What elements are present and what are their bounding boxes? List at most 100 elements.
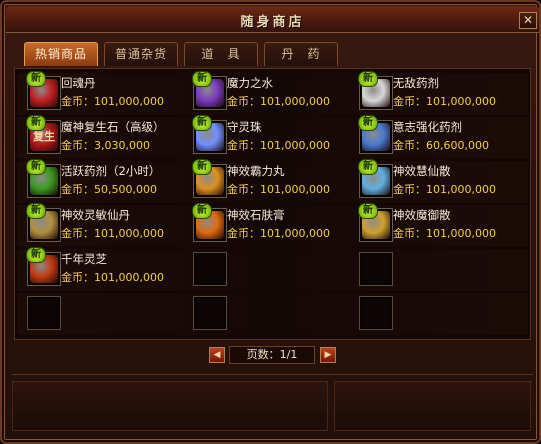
shop-item[interactable]: 新 千年灵芝金币：101,000,000 [21, 247, 181, 290]
price-value: 101,000,000 [260, 95, 330, 108]
item-slot [359, 252, 393, 286]
shop-item[interactable]: 新 无敌药剂 金币：101,000,000 [353, 71, 513, 114]
tab-hot-items[interactable]: 热销商品 [24, 42, 98, 66]
item-slot[interactable]: 新 [26, 71, 61, 110]
new-badge: 新 [192, 71, 212, 87]
item-price: 金币：101,000,000 [61, 93, 164, 109]
item-price: 金币：101,000,000 [227, 93, 330, 109]
item-name: 千年灵芝 [61, 252, 107, 266]
currency-label: 金币： [61, 139, 94, 152]
currency-label: 金币： [61, 271, 94, 284]
new-badge: 新 [358, 71, 378, 87]
shop-item[interactable]: 新 魔力之水金币：101,000,000 [187, 71, 347, 114]
item-name: 意志强化药剂 [393, 120, 462, 134]
item-name: 魔神复生石（高级） [61, 120, 165, 134]
price-value: 101,000,000 [260, 227, 330, 240]
price-value: 3,030,000 [94, 139, 150, 152]
currency-label: 金币： [227, 227, 260, 240]
shop-item[interactable]: 新 神效霸力丸金币：101,000,000 [187, 159, 347, 202]
shop-item[interactable]: 新 意志强化药剂 金币：60,600,000 [353, 115, 513, 158]
item-slot[interactable]: 新 [192, 115, 227, 154]
item-price: 金币：3,030,000 [61, 137, 150, 153]
item-price: 金币：101,000,000 [393, 181, 496, 197]
item-slot[interactable]: 新 [192, 203, 227, 242]
empty-item-slot [187, 250, 347, 290]
item-name: 神效霸力丸 [227, 164, 285, 178]
currency-label: 金币： [61, 95, 94, 108]
item-name: 活跃药剂（2小时） [61, 164, 161, 178]
item-price: 金币：101,000,000 [227, 225, 330, 241]
new-badge: 新 [358, 203, 378, 219]
shop-item[interactable]: 复生新魔神复生石（高级） 金币：3,030,000 [21, 115, 181, 158]
price-value: 60,600,000 [426, 139, 489, 152]
item-name: 神效慧仙散 [393, 164, 451, 178]
item-slot[interactable]: 新 [358, 159, 393, 198]
currency-label: 金币： [227, 183, 260, 196]
price-value: 101,000,000 [94, 95, 164, 108]
empty-item-slot [21, 294, 181, 334]
price-value: 50,500,000 [94, 183, 157, 196]
empty-item-slot [353, 250, 513, 290]
item-slot[interactable]: 新 [192, 71, 227, 110]
new-badge: 新 [358, 159, 378, 175]
empty-item-slot [187, 294, 347, 334]
shop-item[interactable]: 新 活跃药剂（2小时） 金币：50,500,000 [21, 159, 181, 202]
shop-item[interactable]: 新 回魂丹金币：101,000,000 [21, 71, 181, 114]
item-slot[interactable]: 新 [358, 115, 393, 154]
item-name: 回魂丹 [61, 76, 96, 90]
shop-item[interactable]: 新 守灵珠金币：101,000,000 [187, 115, 347, 158]
price-value: 101,000,000 [260, 183, 330, 196]
new-badge: 新 [26, 247, 46, 263]
tab-general-goods[interactable]: 普通杂货 [104, 42, 178, 66]
item-slot[interactable]: 新 [26, 203, 61, 242]
bottom-panel [12, 374, 533, 434]
item-slot[interactable]: 新 [358, 71, 393, 110]
next-page-button[interactable]: ▶ [320, 347, 336, 363]
empty-item-slot [353, 294, 513, 334]
bottom-left-panel [12, 381, 328, 431]
item-price: 金币：101,000,000 [227, 137, 330, 153]
new-badge: 新 [26, 203, 46, 219]
shop-item[interactable]: 新 神效灵敏仙丹 金币：101,000,000 [21, 203, 181, 246]
window-title: 随身商店 [240, 15, 305, 30]
new-badge: 新 [358, 115, 378, 131]
shop-item[interactable]: 新 神效石肤膏金币：101,000,000 [187, 203, 347, 246]
item-name: 守灵珠 [227, 120, 262, 134]
item-name: 神效石肤膏 [227, 208, 285, 222]
item-slot[interactable]: 新 [26, 247, 61, 286]
currency-label: 金币： [61, 227, 94, 240]
price-value: 101,000,000 [426, 183, 496, 196]
close-button[interactable]: ✕ [519, 12, 537, 29]
price-value: 101,000,000 [426, 227, 496, 240]
currency-label: 金币： [393, 139, 426, 152]
price-value: 101,000,000 [94, 271, 164, 284]
new-badge: 新 [26, 159, 46, 175]
tab-props[interactable]: 道 具 [184, 42, 258, 66]
item-price: 金币：101,000,000 [227, 181, 330, 197]
shop-item[interactable]: 新 神效慧仙散金币：101,000,000 [353, 159, 513, 202]
item-slot [27, 296, 61, 330]
tab-elixirs[interactable]: 丹 药 [264, 42, 338, 66]
item-slot[interactable]: 新 [26, 159, 61, 198]
price-value: 101,000,000 [94, 227, 164, 240]
item-price: 金币：50,500,000 [61, 181, 157, 197]
item-slot[interactable]: 复生新 [26, 115, 61, 154]
currency-label: 金币： [393, 227, 426, 240]
item-slot[interactable]: 新 [358, 203, 393, 242]
new-badge: 新 [26, 71, 46, 87]
pagination: ◀ 页数：1/1 ▶ [2, 345, 541, 365]
item-grid: 新回魂丹 金币：101,000,000 新魔力之水 金币：101,000,000 新无敌… [14, 68, 531, 340]
item-price: 金币：60,600,000 [393, 137, 489, 153]
prev-page-button[interactable]: ◀ [209, 347, 225, 363]
item-slot[interactable]: 新 [192, 159, 227, 198]
item-slot [193, 296, 227, 330]
currency-label: 金币： [393, 183, 426, 196]
new-badge: 新 [192, 115, 212, 131]
item-name: 无敌药剂 [393, 76, 439, 90]
currency-label: 金币： [227, 139, 260, 152]
new-badge: 新 [26, 115, 46, 131]
new-badge: 新 [192, 159, 212, 175]
item-name: 魔力之水 [227, 76, 273, 90]
item-price: 金币：101,000,000 [61, 225, 164, 241]
shop-item[interactable]: 新 神效魔御散 金币：101,000,000 [353, 203, 513, 246]
